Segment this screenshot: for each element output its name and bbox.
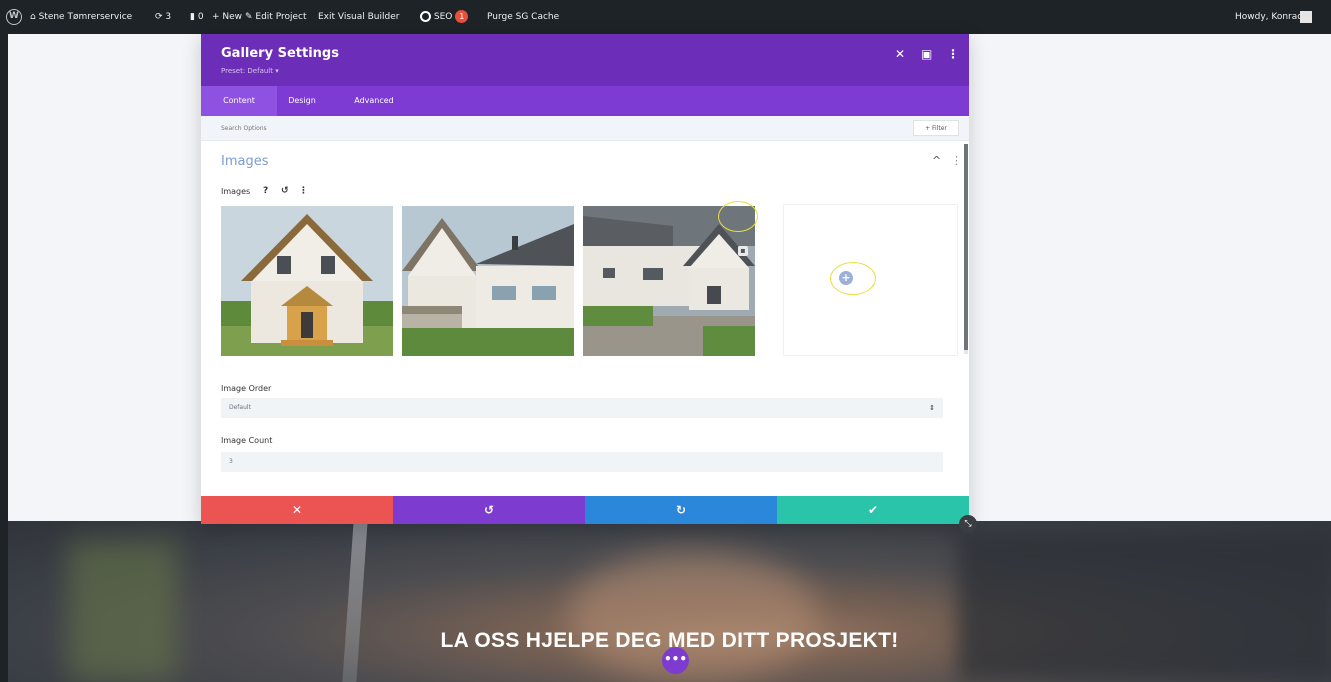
tab-content[interactable]: Content bbox=[201, 86, 277, 116]
admin-bar: W ⌂ Stene Tømrerservice ⟳ 3 ▮ 0 + New ✎ … bbox=[0, 0, 1331, 34]
seo-label: SEO bbox=[433, 12, 453, 22]
resize-icon[interactable]: ⤡ bbox=[959, 515, 977, 533]
image-order-value: Default bbox=[229, 404, 251, 411]
annotation-circle bbox=[830, 262, 876, 295]
edit-project-link[interactable]: ✎ Edit Project bbox=[245, 0, 307, 34]
more-options-button[interactable]: ••• bbox=[662, 647, 689, 674]
redo-button[interactable]: ↻ bbox=[585, 496, 777, 524]
new-content-link[interactable]: + New bbox=[212, 0, 242, 34]
search-options-input[interactable] bbox=[221, 120, 821, 136]
hero-bg-shape bbox=[342, 521, 368, 682]
image-count-label: Image Count bbox=[221, 436, 273, 445]
updates-link[interactable]: ⟳ 3 bbox=[155, 0, 171, 34]
house-image-2 bbox=[402, 206, 574, 356]
field-kebab-icon[interactable]: ⋮ bbox=[299, 186, 308, 196]
hero-bg-shape bbox=[958, 531, 1331, 681]
hero-bg-shape bbox=[68, 541, 178, 681]
images-field-label: Images bbox=[221, 187, 251, 196]
account-menu[interactable]: Howdy, Konrad bbox=[1235, 0, 1303, 34]
tab-advanced[interactable]: Advanced bbox=[339, 86, 409, 116]
expand-icon[interactable]: ▣ bbox=[921, 47, 932, 61]
undo-button[interactable]: ↺ bbox=[393, 496, 585, 524]
search-bar: + Filter bbox=[201, 116, 969, 141]
scrollbar-thumb[interactable] bbox=[964, 144, 968, 350]
seo-menu[interactable]: SEO 1 bbox=[420, 0, 469, 34]
seo-icon bbox=[420, 11, 431, 22]
image-order-select[interactable]: Default ⇕ bbox=[221, 398, 943, 418]
section-title[interactable]: Images bbox=[221, 154, 269, 169]
reset-icon[interactable]: ↺ bbox=[281, 186, 289, 196]
image-count-input[interactable] bbox=[221, 452, 943, 472]
tab-design[interactable]: Design bbox=[277, 86, 327, 116]
preset-selector[interactable]: Preset: Default ▾ bbox=[221, 67, 279, 75]
kebab-icon[interactable]: ⋮ bbox=[947, 47, 959, 61]
close-icon[interactable]: ✕ bbox=[895, 47, 905, 61]
modal-title: Gallery Settings bbox=[221, 46, 339, 61]
seo-badge: 1 bbox=[455, 10, 469, 23]
comments-count: 0 bbox=[197, 12, 204, 22]
help-icon[interactable]: ? bbox=[263, 186, 268, 196]
purge-cache-link[interactable]: Purge SG Cache bbox=[487, 0, 559, 34]
modal-header: Gallery Settings Preset: Default ▾ ✕ ▣ ⋮ bbox=[201, 34, 969, 86]
comments-link[interactable]: ▮ 0 bbox=[190, 0, 204, 34]
site-name: Stene Tømrerservice bbox=[38, 12, 133, 22]
section-kebab-icon[interactable]: ⋮ bbox=[951, 154, 962, 167]
gallery-settings-modal: Gallery Settings Preset: Default ▾ ✕ ▣ ⋮… bbox=[201, 34, 969, 524]
greeting: Howdy, Konrad bbox=[1235, 12, 1303, 22]
settings-tabs: Content Design Advanced bbox=[201, 86, 969, 116]
edit-project-label: Edit Project bbox=[255, 12, 307, 22]
trash-icon[interactable]: ▪ bbox=[738, 246, 748, 256]
purge-label: Purge SG Cache bbox=[487, 12, 560, 22]
save-button[interactable]: ✔ bbox=[777, 496, 969, 524]
exit-builder-link[interactable]: Exit Visual Builder bbox=[318, 0, 399, 34]
gallery-thumbnail[interactable] bbox=[221, 206, 393, 356]
avatar[interactable] bbox=[1300, 11, 1312, 23]
hero-bg-shape bbox=[568, 551, 818, 681]
discard-button[interactable]: ✕ bbox=[201, 496, 393, 524]
filter-button[interactable]: + Filter bbox=[913, 120, 959, 136]
chevron-up-icon[interactable]: ^ bbox=[932, 154, 941, 167]
new-label: + New bbox=[212, 12, 243, 22]
modal-footer: ✕ ↺ ↻ ✔ bbox=[201, 496, 969, 524]
left-edge bbox=[0, 34, 8, 682]
updates-count: 3 bbox=[165, 12, 172, 22]
site-name-link[interactable]: ⌂ Stene Tømrerservice bbox=[30, 0, 132, 34]
annotation-circle bbox=[718, 201, 758, 232]
wordpress-logo-icon[interactable]: W bbox=[6, 9, 22, 25]
exit-builder-label: Exit Visual Builder bbox=[318, 12, 400, 22]
select-arrows-icon: ⇕ bbox=[929, 404, 935, 412]
gallery-thumbnail[interactable] bbox=[402, 206, 574, 356]
image-order-label: Image Order bbox=[221, 384, 272, 393]
house-image-1 bbox=[221, 206, 393, 356]
